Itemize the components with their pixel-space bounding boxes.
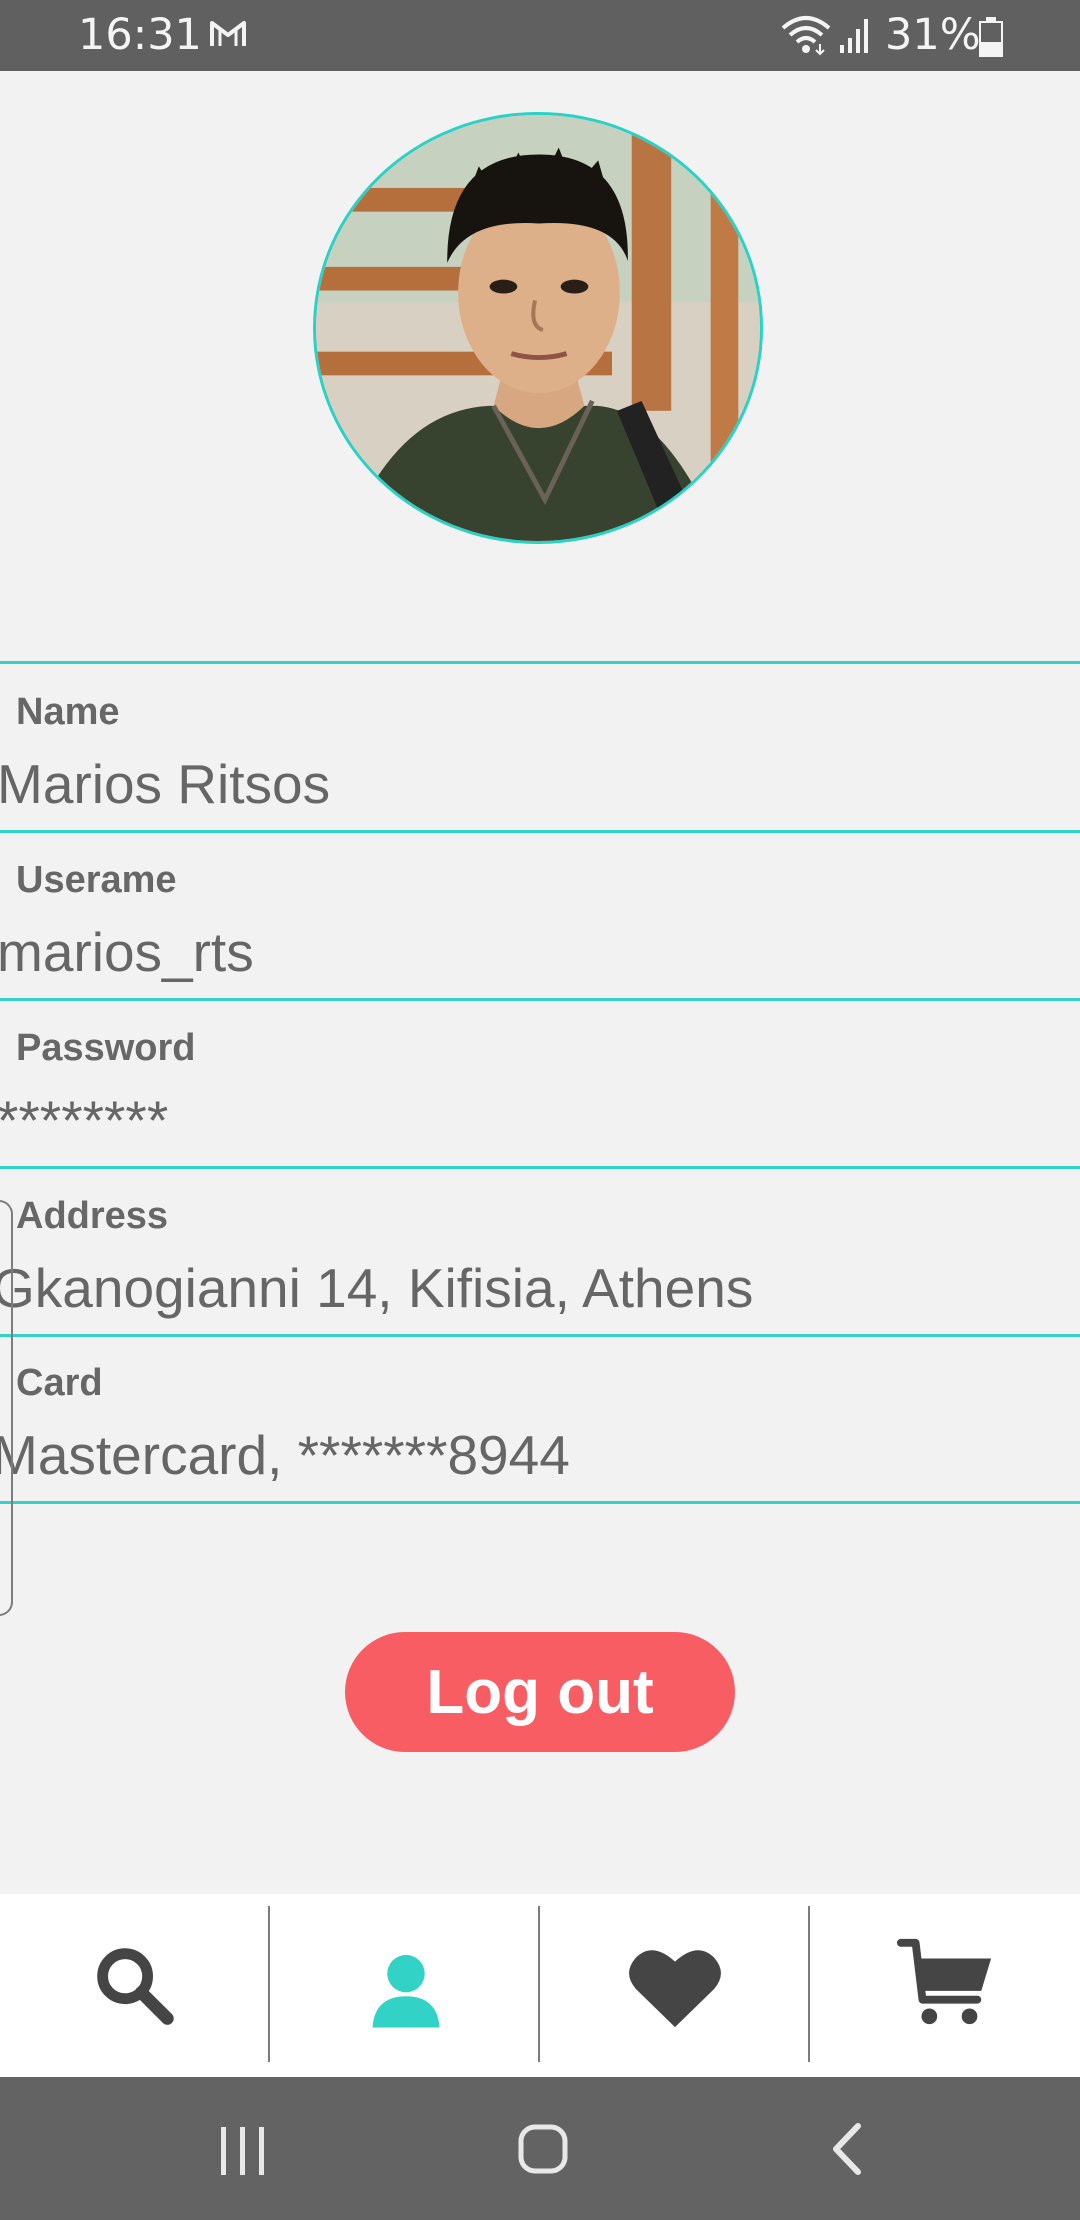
cart-icon — [897, 1938, 992, 2025]
heart-icon — [629, 1950, 721, 2028]
mail-icon — [210, 21, 246, 46]
field-label-address: Address — [16, 1195, 169, 1237]
signal-icon — [840, 19, 868, 53]
nav-favorites[interactable] — [540, 1894, 810, 2077]
profile-divider — [0, 998, 1080, 1001]
back-icon[interactable] — [830, 2121, 864, 2177]
profile-divider — [0, 1166, 1080, 1169]
field-label-username: Userame — [16, 859, 177, 901]
battery-percent: 31% — [885, 10, 981, 60]
profile-divider — [0, 661, 1080, 664]
profile-divider — [0, 830, 1080, 833]
battery-icon — [979, 17, 1003, 57]
field-value-name: Marios Ritsos — [0, 753, 331, 815]
profile-avatar — [313, 112, 763, 544]
user-icon — [372, 1954, 440, 2028]
logout-button[interactable]: Log out — [345, 1632, 735, 1752]
status-bar: 16:31 31% — [0, 0, 1080, 71]
nav-search[interactable] — [0, 1894, 270, 2077]
field-value-username: marios_rts — [0, 921, 254, 983]
system-navigation-bar — [0, 2077, 1080, 2220]
field-label-card: Card — [16, 1362, 103, 1404]
status-time: 16:31 — [78, 10, 202, 60]
wifi-icon — [781, 16, 831, 56]
field-value-password: ******** — [0, 1089, 169, 1151]
recent-apps-icon[interactable] — [219, 2125, 267, 2177]
nav-profile[interactable] — [270, 1894, 540, 2077]
field-label-password: Password — [16, 1027, 196, 1069]
bottom-navigation — [0, 1894, 1080, 2077]
scroll-handle[interactable] — [0, 1200, 13, 1616]
home-icon[interactable] — [517, 2123, 569, 2175]
nav-cart[interactable] — [810, 1894, 1080, 2077]
profile-divider — [0, 1501, 1080, 1504]
field-label-name: Name — [16, 691, 120, 733]
field-value-card: Mastercard, *******8944 — [0, 1424, 570, 1486]
search-icon — [97, 1948, 174, 2025]
field-value-address: Gkanogianni 14, Kifisia, Athens — [0, 1257, 754, 1319]
profile-divider — [0, 1334, 1080, 1337]
